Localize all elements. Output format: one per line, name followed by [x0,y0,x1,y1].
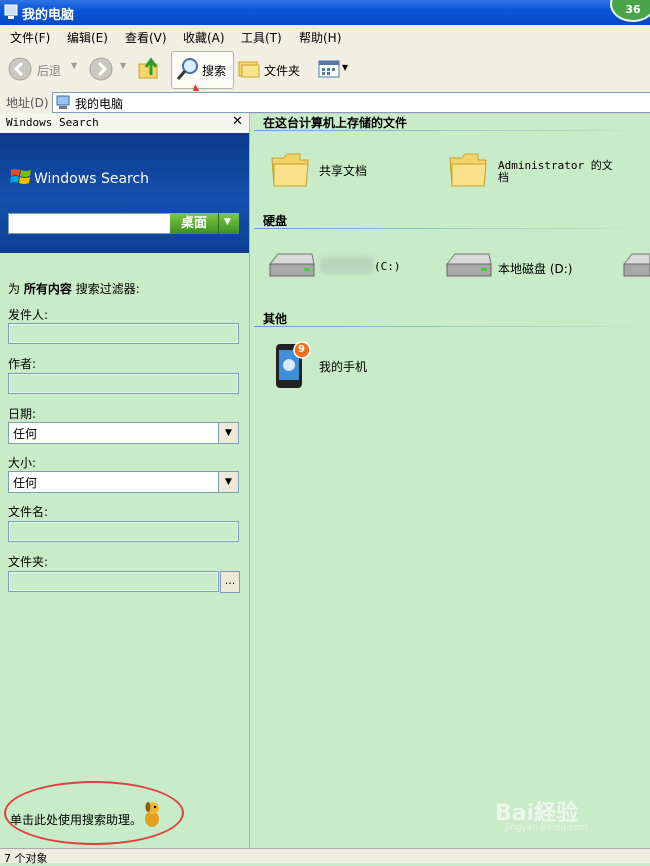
phone-label[interactable]: 我的手机 [319,358,367,375]
address-value: 我的电脑 [75,97,124,111]
back-dropdown-icon[interactable]: ▼ [71,61,77,70]
phone-icon[interactable] [274,340,312,390]
menu-edit[interactable]: 编辑(E) [67,29,108,46]
phone-badge: 9 [298,344,305,355]
shared-docs-label[interactable]: 共享文档 [319,162,367,179]
menu-favorites[interactable]: 收藏(A) [183,29,225,46]
menu-file[interactable]: 文件(F) [10,29,50,46]
filename-label: 文件名: [8,505,49,519]
toolbar: 后退 ▼ ▼ 搜索 文件夹 ▼ [0,47,650,92]
drive-d-label[interactable]: 本地磁盘 (D:) [498,260,572,277]
menu-tools[interactable]: 工具(T) [241,29,282,46]
size-select[interactable]: 任何 ▼ [8,471,239,493]
author-label: 作者: [8,357,37,371]
hard-drive-d-icon[interactable] [445,250,493,280]
up-folder-icon[interactable] [137,55,161,81]
windows-search-banner: Windows Search 桌面 ▼ [0,133,249,253]
back-button-label[interactable]: 后退 [37,62,61,79]
views-icon[interactable] [318,60,340,78]
sender-label: 发件人: [8,308,49,322]
title-bar: 我的电脑 36 [0,0,650,25]
admin-folder-icon[interactable] [448,150,488,188]
date-select[interactable]: 任何 ▼ [8,422,239,444]
date-select-value: 任何 [13,427,38,441]
folders-button-label[interactable]: 文件夹 [264,62,300,79]
date-label: 日期: [8,407,37,421]
close-icon[interactable]: ✕ [232,114,243,129]
chevron-down-icon[interactable]: ▼ [218,472,238,492]
status-bar: 7 个对象 [0,848,650,865]
filename-field[interactable] [8,521,239,542]
section-other: 其他 [263,312,288,326]
hard-drive-c-icon[interactable] [268,250,316,280]
magnifier-icon [176,58,198,80]
section-divider [254,130,650,131]
scope-dropdown-button[interactable]: ▼ [218,213,239,234]
sender-field[interactable] [8,323,239,344]
filter-suffix: 搜索过滤器: [75,282,140,296]
scope-desktop-button[interactable]: 桌面 [170,213,218,234]
menu-help[interactable]: 帮助(H) [299,29,341,46]
chevron-down-icon[interactable]: ▼ [218,423,238,443]
blurred-drive-name [320,257,374,274]
filter-prefix: 为 [8,282,21,296]
search-pane: Windows Search ✕ Windows Search 桌面 ▼ 为 所… [0,113,250,848]
menu-bar: 文件(F) 编辑(E) 查看(V) 收藏(A) 工具(T) 帮助(H) [0,25,650,47]
status-text: 7 个对象 [4,852,48,865]
my-computer-icon [56,95,70,109]
section-divider [254,228,650,229]
search-button-label: 搜索 [202,64,227,78]
folder-field[interactable] [8,571,219,592]
filter-scope-link[interactable]: 所有内容 [24,282,72,296]
author-field[interactable] [8,373,239,394]
size-select-value: 任何 [13,476,38,490]
search-pane-title: Windows Search [6,116,99,129]
address-label: 地址(D) [6,96,49,110]
shared-folder-icon[interactable] [270,150,310,188]
forward-dropdown-icon[interactable]: ▼ [120,61,126,70]
hard-drive-e-icon[interactable] [622,250,650,280]
back-arrow-icon[interactable] [8,57,32,81]
filter-heading: 为 所有内容 搜索过滤器: [8,280,140,297]
admin-docs-label-line1[interactable]: Administrator 的文 [498,157,613,173]
address-bar: 地址(D) 我的电脑 [0,91,650,114]
watermark-url: jingyan.baidu.com [505,823,589,833]
windows-logo-icon [10,169,31,184]
forward-arrow-icon[interactable] [89,57,113,81]
section-stored-files: 在这台计算机上存储的文件 [263,116,408,130]
folder-label: 文件夹: [8,555,49,569]
address-field[interactable]: 我的电脑 [52,92,650,113]
folders-icon[interactable] [238,57,260,79]
drive-c-label[interactable]: (C:) [374,260,401,273]
views-dropdown-icon[interactable]: ▼ [342,63,348,72]
window-title: 我的电脑 [22,8,75,23]
section-divider [254,326,650,327]
section-hard-drives: 硬盘 [263,214,288,228]
browse-button[interactable]: ... [220,571,240,593]
admin-docs-label-line2[interactable]: 档 [498,169,509,185]
search-assistant-link[interactable]: 单击此处使用搜索助理。 [10,811,142,828]
search-input[interactable] [8,213,172,234]
windows-search-logo: Windows Search [34,171,150,187]
notification-badge[interactable]: 36 [610,0,650,22]
search-dog-icon[interactable] [140,799,164,829]
my-computer-icon [4,4,18,19]
search-pane-header: Windows Search ✕ [0,113,249,133]
size-label: 大小: [8,456,37,470]
chevron-down-icon: ▼ [224,217,231,227]
menu-view[interactable]: 查看(V) [125,29,167,46]
